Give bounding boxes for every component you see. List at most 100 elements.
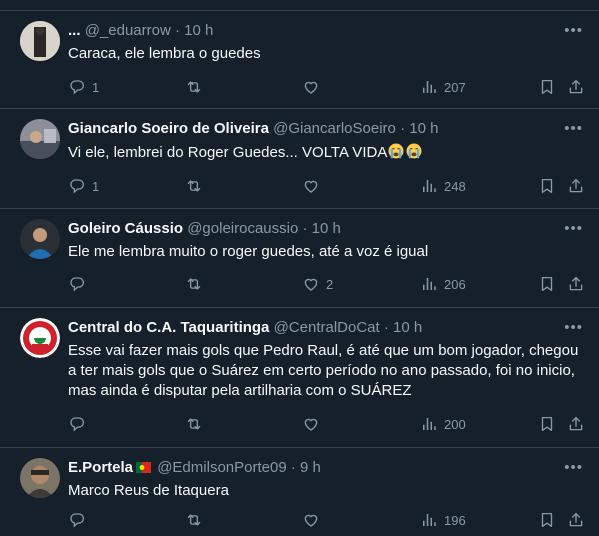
bookmark-icon (538, 415, 556, 433)
like-button[interactable] (302, 414, 320, 434)
reply-button[interactable]: 1 (68, 176, 99, 196)
like-icon (302, 177, 320, 195)
reply-count: 1 (92, 79, 100, 95)
reply-icon (68, 78, 86, 96)
share-button[interactable] (567, 414, 585, 434)
views-button[interactable]: 248 (420, 176, 466, 196)
avatar[interactable] (20, 21, 60, 61)
more-icon[interactable]: ••• (564, 458, 583, 478)
share-icon (567, 511, 585, 529)
author-handle[interactable]: @CentralDoCat (274, 319, 380, 336)
tweet-reply[interactable]: Central do C.A. Taquaritinga @CentralDoC… (0, 308, 599, 448)
views-button[interactable]: 207 (420, 77, 466, 97)
retweet-button[interactable] (185, 176, 203, 196)
separator-dot: · (290, 459, 296, 476)
reply-button[interactable] (68, 510, 86, 530)
views-button[interactable]: 206 (420, 274, 466, 294)
share-button[interactable] (567, 77, 585, 97)
retweet-icon (185, 415, 203, 433)
views-button[interactable]: 200 (420, 414, 466, 434)
avatar[interactable] (20, 219, 60, 259)
tweet-reply[interactable]: Giancarlo Soeiro de Oliveira @GiancarloS… (0, 109, 599, 209)
view-count: 196 (444, 512, 466, 528)
timestamp[interactable]: 10 h (184, 22, 213, 39)
tweet-reply[interactable]: Goleiro Cáussio @goleirocaussio · 10 h •… (0, 209, 599, 308)
bookmark-button[interactable] (538, 274, 556, 294)
bookmark-icon (538, 275, 556, 293)
action-bar: 200 (68, 414, 585, 434)
share-button[interactable] (567, 274, 585, 294)
share-button[interactable] (567, 510, 585, 530)
tweet-text: Esse vai fazer mais gols que Pedro Raul,… (68, 342, 579, 399)
reply-button[interactable]: 1 (68, 77, 99, 97)
author-handle[interactable]: @_eduarrow (85, 22, 171, 39)
share-icon (567, 415, 585, 433)
tweet-text: Caraca, ele lembra o guedes (68, 45, 261, 62)
views-icon (420, 511, 438, 529)
author-handle[interactable]: @goleirocaussio (187, 220, 298, 237)
more-icon[interactable]: ••• (564, 219, 583, 239)
more-icon[interactable]: ••• (564, 119, 583, 139)
view-count: 206 (444, 276, 466, 292)
views-button[interactable]: 196 (420, 510, 466, 530)
retweet-button[interactable] (185, 274, 203, 294)
reply-icon (68, 275, 86, 293)
author-name[interactable]: Giancarlo Soeiro de Oliveira (68, 120, 269, 137)
separator-dot: · (174, 22, 180, 39)
reply-count: 1 (92, 178, 100, 194)
author-name[interactable]: Central do C.A. Taquaritinga (68, 319, 269, 336)
view-count: 207 (444, 79, 466, 95)
timestamp[interactable]: 10 h (393, 319, 422, 336)
like-button[interactable] (302, 176, 320, 196)
timestamp[interactable]: 10 h (312, 220, 341, 237)
reply-button[interactable] (68, 274, 86, 294)
action-bar: 1 207 (68, 77, 585, 97)
tweet-text: Vi ele, lembrei do Roger Guedes... VOLTA… (68, 142, 585, 163)
share-button[interactable] (567, 176, 585, 196)
bookmark-icon (538, 177, 556, 195)
author-name[interactable]: Goleiro Cáussio (68, 220, 183, 237)
author-handle[interactable]: @EdmilsonPorte09 (157, 459, 286, 476)
bookmark-button[interactable] (538, 510, 556, 530)
retweet-icon (185, 177, 203, 195)
view-count: 200 (444, 416, 466, 432)
like-button[interactable]: 2 (302, 274, 333, 294)
retweet-button[interactable] (185, 77, 203, 97)
reply-icon (68, 177, 86, 195)
views-icon (420, 275, 438, 293)
crying-emoji-icon (387, 142, 405, 160)
more-icon[interactable]: ••• (564, 318, 583, 338)
share-icon (567, 177, 585, 195)
previous-tweet-edge (0, 0, 599, 11)
action-bar: 1 248 (68, 176, 585, 196)
retweet-icon (185, 78, 203, 96)
timestamp[interactable]: 9 h (300, 459, 321, 476)
author-name[interactable]: ... (68, 22, 81, 39)
author-name[interactable]: E.Portela (68, 459, 133, 476)
tweet-text-content: Vi ele, lembrei do Roger Guedes... VOLTA… (68, 144, 388, 161)
retweet-button[interactable] (185, 414, 203, 434)
views-icon (420, 78, 438, 96)
avatar[interactable] (20, 119, 60, 159)
timestamp[interactable]: 10 h (409, 120, 438, 137)
bookmark-button[interactable] (538, 77, 556, 97)
like-icon (302, 78, 320, 96)
avatar[interactable] (20, 458, 60, 498)
separator-dot: · (383, 319, 389, 336)
author-handle[interactable]: @GiancarloSoeiro (273, 120, 396, 137)
retweet-icon (185, 511, 203, 529)
retweet-button[interactable] (185, 510, 203, 530)
reply-icon (68, 511, 86, 529)
bookmark-icon (538, 511, 556, 529)
avatar[interactable] (20, 318, 60, 358)
more-icon[interactable]: ••• (564, 21, 583, 41)
tweet-reply[interactable]: ... @_eduarrow · 10 h ••• Caraca, ele le… (0, 11, 599, 109)
like-icon (302, 511, 320, 529)
bookmark-button[interactable] (538, 176, 556, 196)
like-button[interactable] (302, 77, 320, 97)
reply-button[interactable] (68, 414, 86, 434)
portugal-flag-icon (136, 462, 152, 473)
like-button[interactable] (302, 510, 320, 530)
tweet-text: Ele me lembra muito o roger guedes, até … (68, 243, 429, 260)
bookmark-button[interactable] (538, 414, 556, 434)
